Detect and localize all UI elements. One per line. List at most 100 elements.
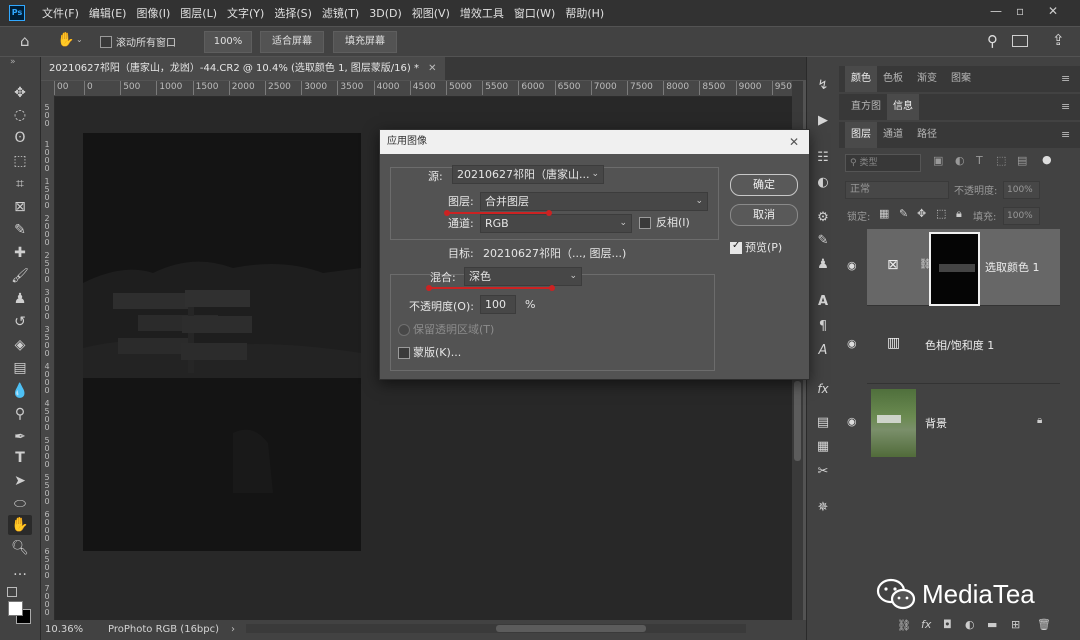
scroll-all-windows-checkbox[interactable]	[100, 35, 112, 48]
stamp-tool-icon[interactable]: ♟	[8, 289, 32, 309]
lock-pixels-icon[interactable]: ✎	[899, 207, 908, 220]
layer-thumbnail[interactable]	[871, 389, 916, 457]
vertical-scroll-thumb[interactable]	[794, 381, 801, 461]
lock-all-icon[interactable]: 🔒︎	[956, 207, 962, 221]
path-select-icon[interactable]: ➤	[8, 471, 32, 491]
healing-brush-icon[interactable]: ✚	[8, 243, 32, 263]
tab-channels[interactable]: 通道	[877, 122, 909, 148]
paragraph-icon[interactable]: ¶	[813, 318, 833, 336]
close-tab-icon[interactable]: ✕	[428, 63, 436, 74]
opacity-input[interactable]: 100	[480, 295, 516, 314]
history-icon[interactable]: ↯	[813, 77, 833, 95]
tab-gradients[interactable]: 渐变	[911, 66, 943, 92]
menu-file[interactable]: 文件(F)	[37, 5, 84, 21]
tab-color[interactable]: 颜色	[845, 66, 877, 92]
fill-screen-button[interactable]: 填充屏幕	[333, 31, 397, 53]
tab-histogram[interactable]: 直方图	[845, 94, 887, 120]
layer-filter-select[interactable]: ⚲ 类型	[845, 154, 921, 172]
ok-button[interactable]: 确定	[730, 174, 798, 196]
menu-view[interactable]: 视图(V)	[407, 5, 455, 21]
horizontal-ruler[interactable]: 00 0 500 1000 1500 2000 2500 3000 3500 4000 4500 50…	[54, 81, 794, 97]
eye-icon[interactable]: ◉	[847, 259, 857, 272]
group-icon[interactable]: ▬	[987, 618, 997, 631]
home-icon[interactable]: ⌂	[20, 32, 30, 50]
pen-tool-icon[interactable]: ✒	[8, 427, 32, 447]
blur-tool-icon[interactable]: 💧	[8, 381, 32, 401]
properties-icon[interactable]: ▤	[813, 414, 833, 432]
new-layer-icon[interactable]: ⊞	[1011, 618, 1020, 631]
gradient-tool-icon[interactable]: ▤	[8, 358, 32, 378]
layer-name[interactable]: 选取颜色 1	[985, 259, 1040, 275]
fx-styles-icon[interactable]: fx	[813, 380, 833, 398]
menu-image[interactable]: 图像(I)	[131, 5, 175, 21]
document-tab[interactable]: 20210627祁阳（唐家山，龙凼）-44.CR2 @ 10.4% (选取颜色 …	[41, 57, 445, 80]
lock-transparent-icon[interactable]: ▦	[879, 207, 889, 220]
horizontal-scrollbar[interactable]	[246, 624, 746, 633]
blend-select[interactable]: 深色 ⌄	[464, 267, 582, 286]
tab-layers[interactable]: 图层	[845, 122, 877, 148]
invert-checkbox[interactable]	[639, 216, 651, 229]
zoom-100-button[interactable]: 100%	[204, 31, 252, 53]
layer-row[interactable]: ◉ 背景 🔒︎	[847, 385, 1060, 461]
menu-window[interactable]: 窗口(W)	[509, 5, 560, 21]
adjustments-icon[interactable]: ☷	[813, 149, 833, 167]
menu-type[interactable]: 文字(Y)	[222, 5, 269, 21]
brush-tool-icon[interactable]: 🖌	[8, 266, 32, 286]
menu-plugins[interactable]: 增效工具	[455, 5, 509, 21]
lock-position-icon[interactable]: ✥	[917, 207, 926, 220]
adjustment-layer-icon[interactable]: ◐	[965, 618, 975, 631]
zoom-tool-icon[interactable]: 🔍︎	[8, 538, 32, 558]
type-tool-icon[interactable]: T	[8, 448, 32, 468]
brush-icon[interactable]: ✎	[813, 232, 833, 250]
share-icon[interactable]: ⇪	[1052, 31, 1065, 49]
hand-tool-icon[interactable]: ✋	[8, 515, 32, 535]
menu-select[interactable]: 选择(S)	[269, 5, 317, 21]
zoom-level[interactable]: 10.36%	[45, 622, 83, 638]
chevron-down-icon[interactable]: ⌄	[76, 35, 83, 44]
menu-edit[interactable]: 编辑(E)	[84, 5, 132, 21]
marquee-tool-icon[interactable]: ◌	[8, 105, 32, 125]
dodge-tool-icon[interactable]: ⚲	[8, 404, 32, 424]
eraser-tool-icon[interactable]: ◈	[8, 335, 32, 355]
eyedropper-tool-icon[interactable]: ✎	[8, 220, 32, 240]
preserve-transparency-checkbox[interactable]	[398, 323, 410, 336]
menu-3d[interactable]: 3D(D)	[364, 7, 407, 20]
panel-menu-icon[interactable]: ≡	[1061, 72, 1070, 85]
3d-icon[interactable]: ✵	[813, 499, 833, 517]
tab-patterns[interactable]: 图案	[945, 66, 977, 92]
move-tool-icon[interactable]: ✥	[8, 83, 32, 103]
source-select[interactable]: 20210627祁阳（唐家山... ⌄	[452, 165, 604, 184]
filter-adjustment-icon[interactable]: ◐	[955, 154, 965, 167]
maximize-icon[interactable]: ▫	[1016, 4, 1024, 18]
lock-artboard-icon[interactable]: ⬚	[936, 207, 946, 220]
filter-type-icon[interactable]: T	[976, 154, 983, 167]
layer-select[interactable]: 合并图层 ⌄	[480, 192, 708, 211]
hand-tool-icon[interactable]: ✋	[57, 32, 74, 48]
foreground-color-swatch[interactable]	[8, 601, 23, 616]
frame-tool-icon[interactable]: ⊠	[8, 197, 32, 217]
shape-tool-icon[interactable]: ⬭	[8, 494, 32, 514]
eye-icon[interactable]: ◉	[847, 415, 857, 428]
object-select-icon[interactable]: ⬚	[8, 151, 32, 171]
notes-icon[interactable]: ▦	[813, 438, 833, 456]
layer-name[interactable]: 色相/饱和度 1	[925, 337, 994, 353]
close-window-icon[interactable]: ✕	[1048, 4, 1058, 18]
character-icon[interactable]: A	[813, 293, 833, 311]
fx-icon[interactable]: fx	[921, 618, 931, 631]
filter-shape-icon[interactable]: ⬚	[996, 154, 1006, 167]
mask-checkbox[interactable]	[398, 346, 410, 359]
menu-layer[interactable]: 图层(L)	[175, 5, 222, 21]
document-image[interactable]	[83, 133, 361, 551]
link-layers-icon[interactable]: ⛓	[897, 619, 911, 632]
layer-fill-input[interactable]: 100%	[1003, 207, 1040, 225]
horizontal-scroll-thumb[interactable]	[496, 625, 646, 632]
trash-icon[interactable]: 🗑︎	[1037, 618, 1051, 631]
layer-row[interactable]: ◉ ▥ 色相/饱和度 1	[847, 307, 1060, 384]
eye-icon[interactable]: ◉	[847, 337, 857, 350]
panel-menu-icon[interactable]: ≡	[1061, 128, 1070, 141]
collapse-toolbar-icon[interactable]: »	[10, 57, 16, 67]
vertical-ruler[interactable]: 500 1000 1500 2000 2500 3000 3500 4000 4500 5000 5…	[41, 96, 55, 620]
layer-mask-thumbnail[interactable]	[929, 232, 980, 306]
dialog-titlebar[interactable]: 应用图像 ✕	[380, 130, 809, 154]
channel-select[interactable]: RGB ⌄	[480, 214, 632, 233]
